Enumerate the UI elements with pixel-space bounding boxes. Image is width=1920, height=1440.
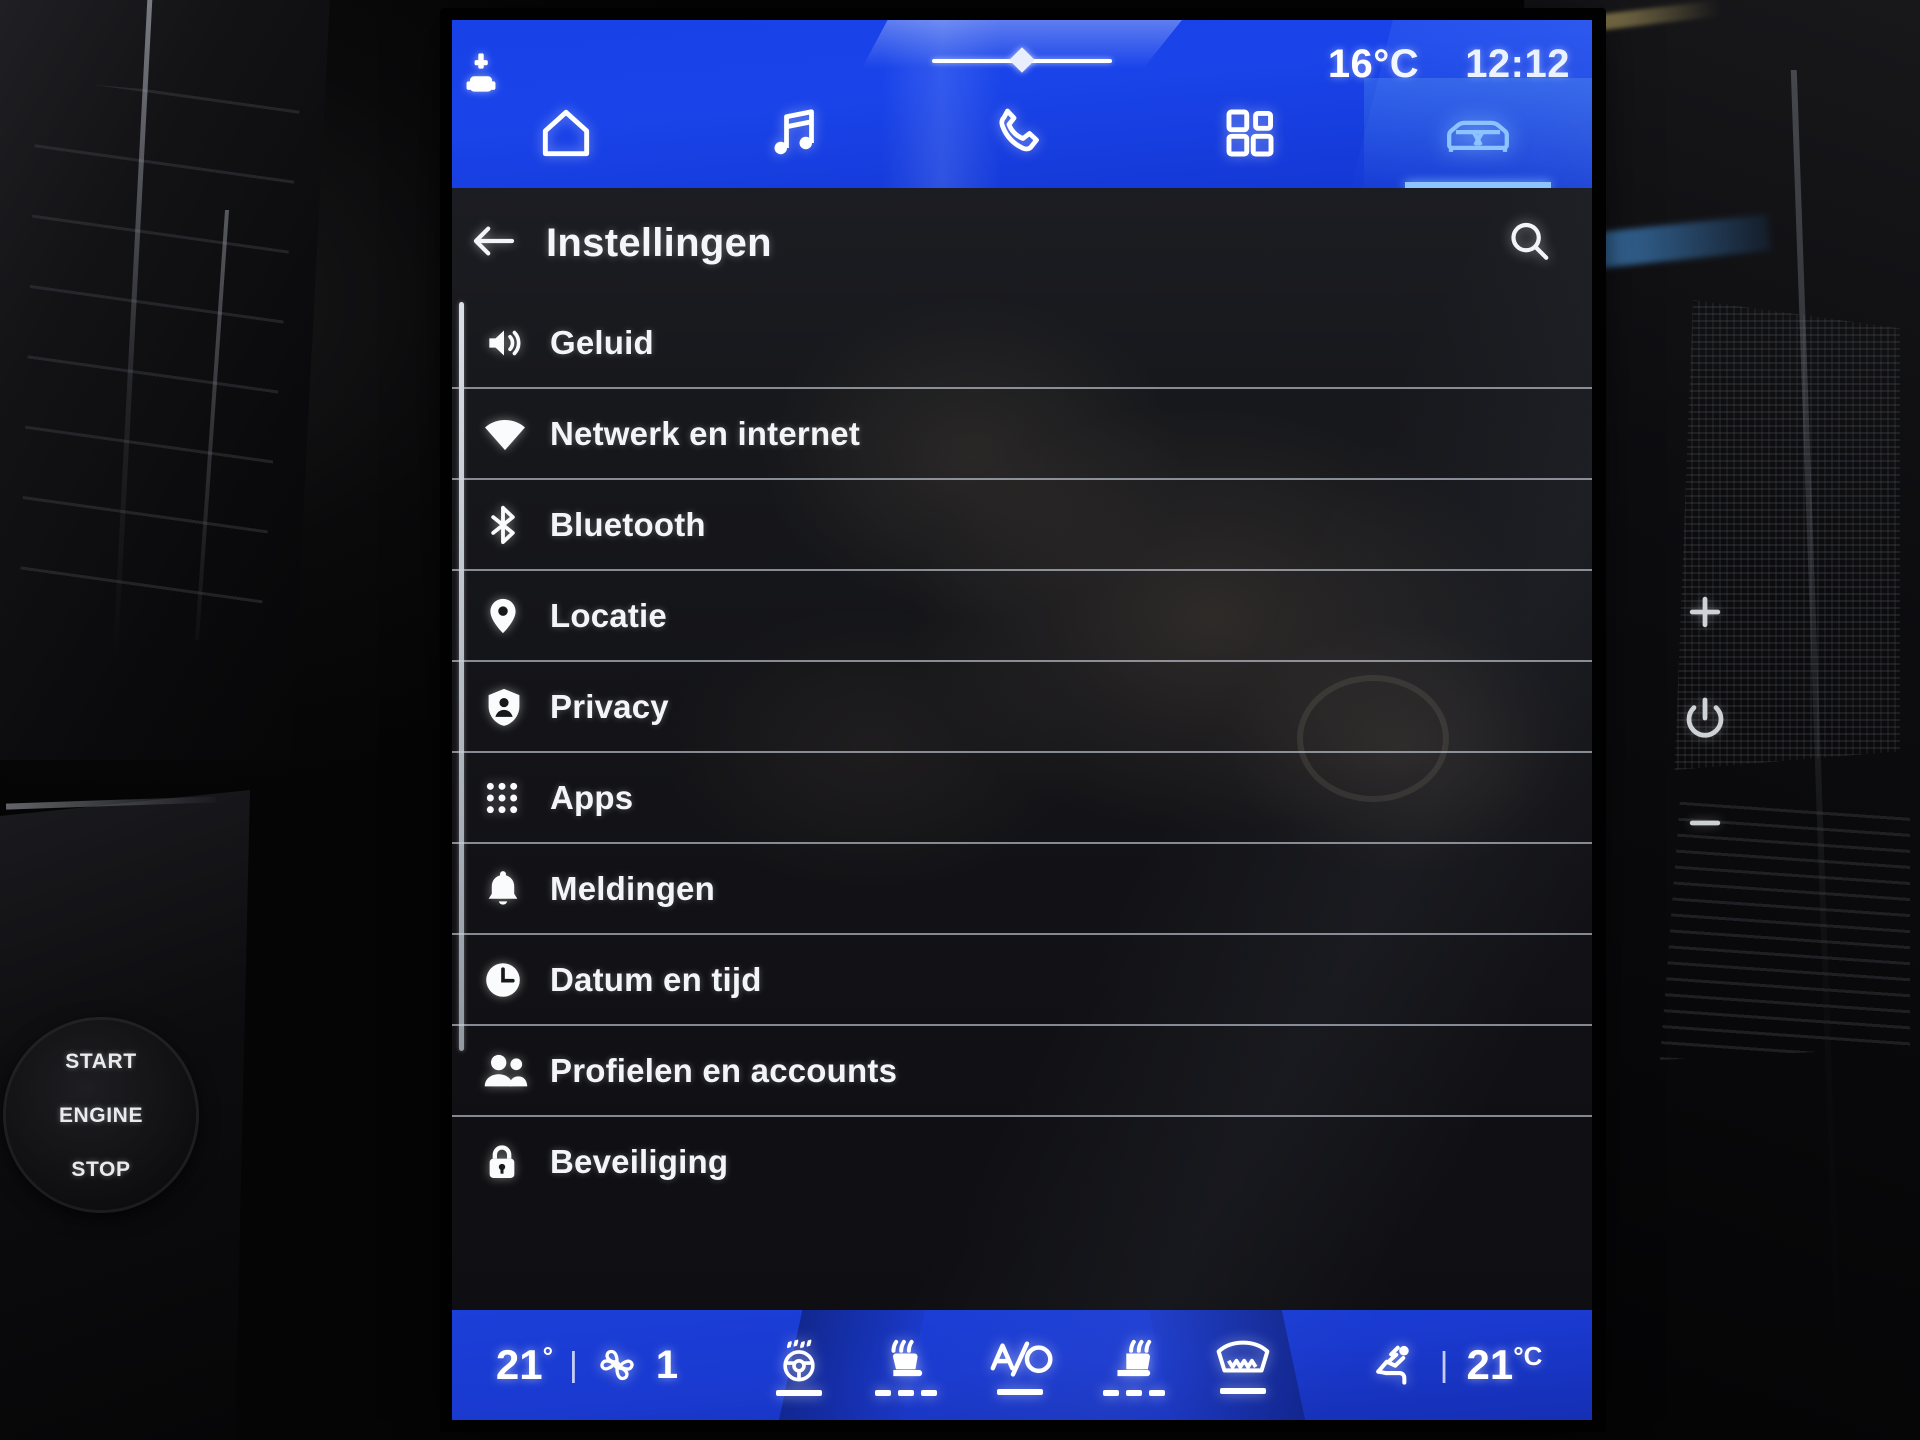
- list-item-label: Meldingen: [550, 869, 715, 907]
- list-item[interactable]: Locatie: [452, 569, 1592, 660]
- climate-separator-right: |: [1439, 1345, 1449, 1384]
- drag-handle[interactable]: [932, 47, 1112, 73]
- climate-buttons: [722, 1335, 1322, 1396]
- list-item-label: Beveiliging: [550, 1142, 729, 1180]
- nav-tab-home[interactable]: [452, 78, 680, 188]
- privacy-shield-icon: [482, 684, 550, 730]
- start-engine-stop-button[interactable]: START ENGINE STOP: [6, 1020, 196, 1210]
- left-air-vent-fins: [20, 80, 300, 624]
- wifi-icon: [482, 411, 550, 457]
- apps-grid-icon: [482, 778, 550, 818]
- volume-down-button[interactable]: [1683, 801, 1727, 850]
- list-item[interactable]: Privacy: [452, 660, 1592, 751]
- status-nav-bar: 16°C 12:12: [452, 20, 1592, 188]
- driver-climate-group: 21° | 1: [452, 1341, 722, 1389]
- nav-tab-apps[interactable]: [1136, 78, 1364, 188]
- nav-tab-phone[interactable]: [908, 78, 1136, 188]
- start-label: START: [65, 1049, 137, 1073]
- steering-wheel-heat-icon[interactable]: [772, 1335, 826, 1396]
- engine-label: ENGINE: [58, 1103, 144, 1127]
- list-item[interactable]: Geluid: [452, 298, 1592, 387]
- main-nav-tabs: [452, 78, 1592, 188]
- list-item[interactable]: Apps: [452, 751, 1592, 842]
- climate-control-bar: 21° | 1 | 21°C: [452, 1310, 1592, 1420]
- list-item[interactable]: Datum en tijd: [452, 933, 1592, 1024]
- list-item-label: Geluid: [550, 323, 654, 361]
- clock-icon: [482, 959, 550, 1001]
- page-header: Instellingen: [452, 188, 1592, 298]
- list-item[interactable]: Netwerk en internet: [452, 387, 1592, 478]
- passenger-temperature[interactable]: 21°C: [1466, 1341, 1542, 1389]
- list-item[interactable]: Profielen en accounts: [452, 1024, 1592, 1115]
- page-title: Instellingen: [546, 220, 772, 265]
- back-arrow-icon[interactable]: [470, 222, 516, 265]
- volume-up-button[interactable]: [1683, 590, 1727, 639]
- driver-temperature[interactable]: 21°: [496, 1341, 553, 1389]
- settings-list[interactable]: Geluid Netwerk en internet Bluetooth Loc…: [452, 298, 1592, 1310]
- list-item-label: Locatie: [550, 596, 667, 634]
- lock-icon: [482, 1139, 550, 1185]
- list-item-label: Netwerk en internet: [550, 414, 861, 452]
- list-item[interactable]: Beveiliging: [452, 1115, 1592, 1206]
- list-item[interactable]: Meldingen: [452, 842, 1592, 933]
- stop-label: STOP: [71, 1157, 131, 1181]
- hardware-key-column: [1660, 590, 1750, 850]
- seat-heat-icon[interactable]: [875, 1335, 938, 1396]
- driver-temp-value: 21: [495, 1341, 543, 1388]
- settings-page: Instellingen Geluid Netwerk en internet …: [452, 188, 1592, 1310]
- list-item-label: Bluetooth: [550, 505, 706, 543]
- list-item-label: Datum en tijd: [550, 960, 762, 998]
- people-icon: [482, 1049, 550, 1093]
- list-item-label: Profielen en accounts: [550, 1051, 898, 1089]
- rear-defrost-icon[interactable]: [1214, 1337, 1272, 1394]
- fan-icon[interactable]: [594, 1344, 640, 1386]
- airflow-direction-icon[interactable]: [1372, 1343, 1422, 1387]
- volume-icon: [482, 321, 550, 365]
- seat-heat-icon[interactable]: [1102, 1335, 1165, 1396]
- nav-tab-media[interactable]: [680, 78, 908, 188]
- infotainment-screen[interactable]: 16°C 12:12 Instellingen Geluid Netwerk e…: [452, 20, 1592, 1420]
- location-pin-icon: [482, 593, 550, 639]
- driver-temp-degree: °: [542, 1341, 554, 1371]
- clock: 12:12: [1465, 42, 1570, 86]
- passenger-temp-degree: °C: [1513, 1341, 1543, 1371]
- bluetooth-icon: [482, 502, 550, 548]
- list-item-label: Privacy: [550, 687, 669, 725]
- bell-icon: [482, 866, 550, 912]
- search-icon[interactable]: [1506, 218, 1552, 269]
- climate-separator-left: |: [569, 1345, 578, 1384]
- list-item[interactable]: Bluetooth: [452, 478, 1592, 569]
- fan-speed-value[interactable]: 1: [656, 1343, 678, 1388]
- ac-icon[interactable]: [987, 1336, 1053, 1395]
- nav-tab-vehicle[interactable]: [1364, 78, 1592, 188]
- list-item-label: Apps: [550, 778, 634, 816]
- passenger-climate-group: | 21°C: [1322, 1341, 1592, 1389]
- power-icon[interactable]: [1681, 694, 1729, 747]
- passenger-temp-value: 21: [1466, 1341, 1514, 1388]
